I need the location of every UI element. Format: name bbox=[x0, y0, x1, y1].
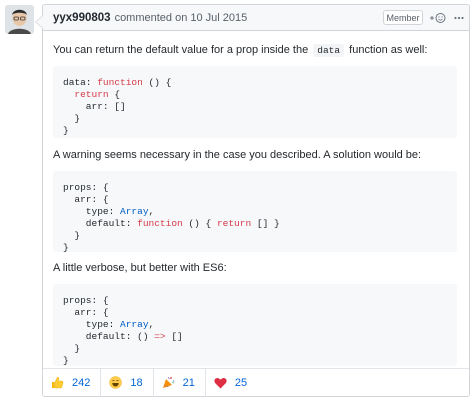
comment-box: yyx990803 commented on 10 Jul 2015 Membe… bbox=[35, 4, 470, 397]
author-link[interactable]: yyx990803 bbox=[53, 12, 111, 24]
code-block: data: function () { return { arr: [] } } bbox=[53, 66, 457, 138]
reaction-count: 25 bbox=[234, 376, 248, 389]
code-block: props: { arr: { type: Array, default: ()… bbox=[53, 284, 457, 366]
heart-icon bbox=[214, 377, 227, 388]
avatar[interactable] bbox=[5, 5, 34, 34]
laugh-icon bbox=[109, 376, 123, 389]
reaction-heart[interactable]: 25 bbox=[206, 369, 257, 397]
comment-action: commented on bbox=[114, 11, 188, 24]
paragraph-text: You can return the default value for a p… bbox=[53, 44, 309, 56]
member-badge: Member bbox=[383, 10, 423, 25]
comment-paragraph: A little verbose, but better with ES6: bbox=[53, 262, 227, 274]
hooray-icon bbox=[162, 376, 174, 388]
kebab-icon bbox=[454, 16, 464, 20]
comment-date-link[interactable]: 10 Jul 2015 bbox=[190, 12, 247, 24]
reactions-bar: 242 18 21 25 bbox=[43, 368, 469, 397]
paragraph-text: function as well: bbox=[349, 44, 428, 56]
reaction-thumbs-up[interactable]: 242 bbox=[43, 368, 102, 397]
reaction-hooray[interactable]: 21 bbox=[154, 368, 206, 397]
more-options-button[interactable] bbox=[451, 10, 467, 26]
thumbs-up-icon bbox=[52, 376, 64, 389]
reaction-count: 18 bbox=[130, 376, 143, 389]
comment-paragraph: A warning seems necessary in the case yo… bbox=[53, 149, 422, 161]
comment-header: yyx990803 commented on 10 Jul 2015 Membe… bbox=[43, 5, 469, 31]
reaction-count: 21 bbox=[182, 376, 195, 389]
reaction-count: 242 bbox=[72, 376, 91, 389]
code-block: props: { arr: { type: Array, default: fu… bbox=[53, 171, 457, 253]
add-reaction-icon bbox=[430, 13, 446, 23]
inline-code: data bbox=[313, 44, 345, 57]
add-reaction-button[interactable] bbox=[428, 10, 448, 26]
avatar-image bbox=[5, 5, 34, 34]
reaction-laugh[interactable]: 18 bbox=[101, 368, 154, 397]
comment-paragraph: You can return the default value for a p… bbox=[53, 43, 427, 58]
